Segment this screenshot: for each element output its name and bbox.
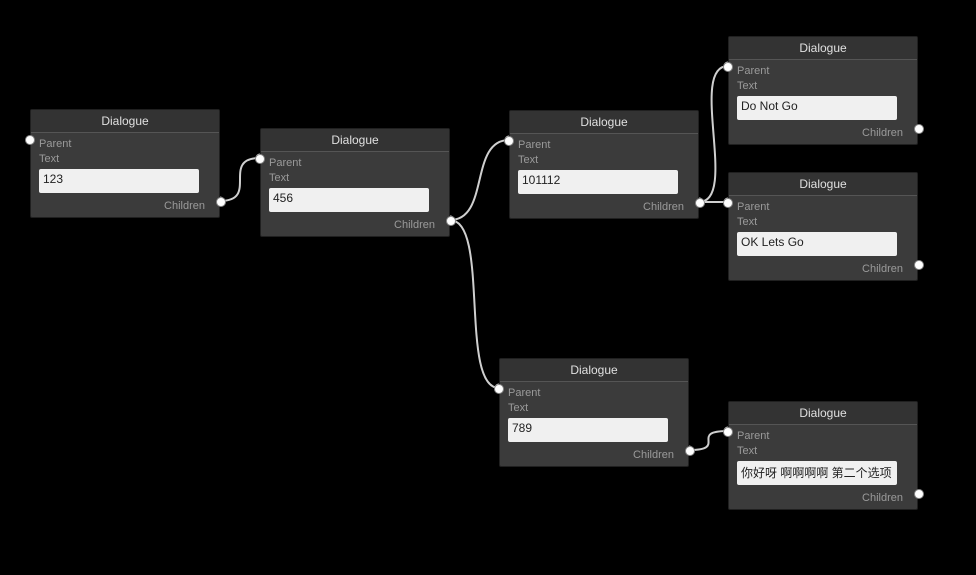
text-label: Text [737,79,909,94]
parent-port[interactable] [504,136,514,146]
node-body: ParentText 789 [500,382,688,446]
parent-port[interactable] [723,62,733,72]
text-field[interactable]: 456 [269,188,429,212]
text-field[interactable]: 123 [39,169,199,193]
parent-label: Parent [508,386,680,401]
node-title: Dialogue [500,359,688,382]
parent-label: Parent [737,429,909,444]
children-label: Children [729,124,917,144]
text-label: Text [508,401,680,416]
text-field[interactable]: Do Not Go [737,96,897,120]
children-label: Children [31,197,219,217]
dialogue-node[interactable]: Dialogue ParentText 123 Children [30,109,220,218]
node-body: ParentText 你好呀 啊啊啊啊 第二个选项 [729,425,917,489]
text-label: Text [518,153,690,168]
parent-port[interactable] [494,384,504,394]
text-field[interactable]: OK Lets Go [737,232,897,256]
parent-port[interactable] [723,198,733,208]
dialogue-node[interactable]: Dialogue ParentText OK Lets Go Children [728,172,918,281]
text-label: Text [737,215,909,230]
node-body: ParentText 456 [261,152,449,216]
node-title: Dialogue [510,111,698,134]
parent-port[interactable] [255,154,265,164]
children-label: Children [510,198,698,218]
parent-port[interactable] [25,135,35,145]
children-label: Children [729,489,917,509]
children-port[interactable] [695,198,705,208]
dialogue-node[interactable]: Dialogue ParentText 101112 Children [509,110,699,219]
node-body: ParentText 101112 [510,134,698,198]
node-title: Dialogue [729,37,917,60]
dialogue-node[interactable]: Dialogue ParentText 你好呀 啊啊啊啊 第二个选项 Children [728,401,918,510]
text-field[interactable]: 101112 [518,170,678,194]
graph-canvas[interactable]: DialogueParentText123ChildrenDialoguePar… [0,0,976,575]
node-body: ParentText Do Not Go [729,60,917,124]
dialogue-node[interactable]: Dialogue ParentText 789 Children [499,358,689,467]
parent-label: Parent [269,156,441,171]
children-port[interactable] [446,216,456,226]
node-body: ParentText 123 [31,133,219,197]
edge[interactable] [450,220,499,388]
text-field[interactable]: 789 [508,418,668,442]
children-label: Children [500,446,688,466]
children-label: Children [261,216,449,236]
text-label: Text [737,444,909,459]
parent-label: Parent [737,200,909,215]
node-title: Dialogue [729,173,917,196]
node-title: Dialogue [31,110,219,133]
node-title: Dialogue [729,402,917,425]
node-title: Dialogue [261,129,449,152]
dialogue-node[interactable]: Dialogue ParentText 456 Children [260,128,450,237]
children-label: Children [729,260,917,280]
children-port[interactable] [216,197,226,207]
children-port[interactable] [685,446,695,456]
text-label: Text [269,171,441,186]
parent-label: Parent [518,138,690,153]
edge[interactable] [689,431,728,450]
parent-label: Parent [39,137,211,152]
edge[interactable] [220,158,260,201]
dialogue-node[interactable]: Dialogue ParentText Do Not Go Children [728,36,918,145]
edge[interactable] [699,66,728,202]
children-port[interactable] [914,124,924,134]
edge[interactable] [450,140,509,220]
parent-label: Parent [737,64,909,79]
text-field[interactable]: 你好呀 啊啊啊啊 第二个选项 [737,461,897,485]
children-port[interactable] [914,489,924,499]
parent-port[interactable] [723,427,733,437]
node-body: ParentText OK Lets Go [729,196,917,260]
children-port[interactable] [914,260,924,270]
text-label: Text [39,152,211,167]
